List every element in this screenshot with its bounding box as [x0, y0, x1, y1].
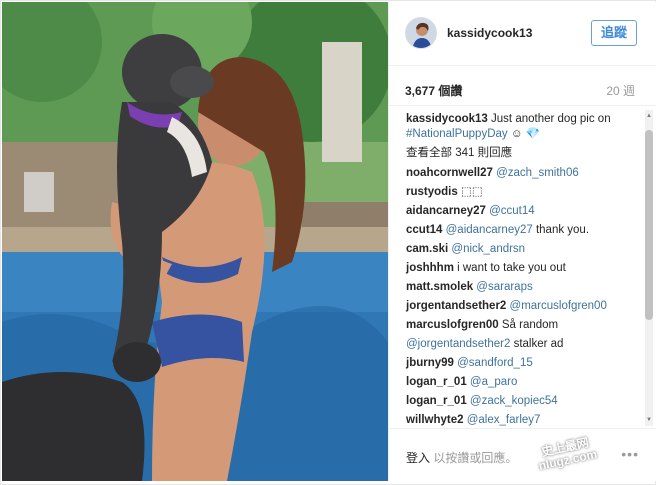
comment-item: joshhhm i want to take you out: [406, 259, 636, 278]
comment-text: Så random: [498, 319, 559, 331]
like-count[interactable]: 3,677 個讚: [405, 82, 462, 99]
comment-mention[interactable]: @zack_kopiec54: [467, 395, 558, 407]
comment-item: ccut14 @aidancarney27 thank you.: [406, 221, 636, 240]
comments-scrollbar[interactable]: ▲ ▼: [645, 110, 653, 426]
comment-item: logan_r_01 @a_paro: [406, 373, 636, 392]
comment-item: @jorgentandsether2 stalker ad: [406, 335, 636, 354]
comment-item: jorgentandsether2 @marcuslofgren00: [406, 297, 636, 316]
avatar[interactable]: [405, 17, 437, 49]
post-footer: 登入 以按讚或回應。 •••: [389, 428, 656, 481]
comment-item: logan_r_01 @zack_kopiec54: [406, 392, 636, 411]
comment-username[interactable]: marcuslofgren00: [406, 319, 499, 331]
comment-username[interactable]: jburny99: [406, 357, 454, 369]
comment-username[interactable]: ccut14: [406, 224, 442, 236]
post-header: kassidycook13 追蹤: [389, 2, 656, 66]
comment-item: rustyodis ⬚⬚: [406, 183, 636, 202]
scroll-up-arrow-icon[interactable]: ▲: [645, 112, 653, 120]
comment-mention[interactable]: @nick_andrsn: [448, 243, 525, 255]
comment-mention[interactable]: @ccut14: [486, 205, 535, 217]
login-prompt: 登入 以按讚或回應。: [406, 449, 517, 466]
caption-emoji: ☺ 💎: [507, 128, 541, 140]
post-age[interactable]: 20 週: [606, 82, 635, 99]
scroll-down-arrow-icon[interactable]: ▼: [645, 416, 653, 424]
caption: kassidycook13 Just another dog pic on #N…: [406, 112, 636, 142]
comment-mention[interactable]: @jorgentandsether2: [406, 338, 510, 350]
caption-hashtag[interactable]: #NationalPuppyDay: [406, 128, 508, 140]
username[interactable]: kassidycook13: [447, 26, 532, 40]
comment-username[interactable]: cam.ski: [406, 243, 448, 255]
post-stats: 3,677 個讚 20 週: [389, 66, 656, 106]
comment-mention[interactable]: @aidancarney27: [442, 224, 533, 236]
comment-username[interactable]: noahcornwell27: [406, 167, 493, 179]
comment-text: ⬚⬚: [457, 186, 483, 198]
comment-item: jburny99 @sandford_15: [406, 354, 636, 373]
caption-username[interactable]: kassidycook13: [406, 113, 488, 125]
comment-username[interactable]: joshhhm: [406, 262, 454, 274]
post-photo[interactable]: [2, 2, 388, 481]
comment-username[interactable]: logan_r_01: [406, 376, 467, 388]
post-sidebar: kassidycook13 追蹤 3,677 個讚 20 週 kassidyco…: [388, 2, 656, 481]
comment-mention[interactable]: @sararaps: [473, 281, 532, 293]
photo-illustration: [2, 2, 388, 481]
comment-list[interactable]: kassidycook13 Just another dog pic on #N…: [389, 106, 647, 426]
more-options-icon[interactable]: •••: [621, 446, 639, 462]
comment-item: matt.smolek @sararaps: [406, 278, 636, 297]
comment-username[interactable]: aidancarney27: [406, 205, 486, 217]
comment-mention[interactable]: @zach_smith06: [493, 167, 579, 179]
comment-item: marcuslofgren00 Så random: [406, 316, 636, 335]
comment-username[interactable]: jorgentandsether2: [406, 300, 506, 312]
view-all-comments-link[interactable]: 查看全部 341 則回應: [406, 144, 636, 162]
follow-button[interactable]: 追蹤: [591, 20, 637, 46]
comment-item: willwhyte2 @alex_farley7: [406, 411, 636, 426]
post-frame: kassidycook13 追蹤 3,677 個讚 20 週 kassidyco…: [0, 0, 656, 485]
comment-username[interactable]: logan_r_01: [406, 395, 467, 407]
login-prompt-text: 以按讚或回應。: [430, 451, 518, 465]
comment-mention[interactable]: @a_paro: [467, 376, 518, 388]
comment-mention[interactable]: @marcuslofgren00: [506, 300, 607, 312]
comment-item: aidancarney27 @ccut14: [406, 202, 636, 221]
comment-text: thank you.: [532, 224, 590, 236]
scroll-thumb[interactable]: [645, 130, 653, 320]
comment-mention[interactable]: @sandford_15: [454, 357, 533, 369]
login-link[interactable]: 登入: [406, 451, 430, 465]
comment-text: i want to take you out: [453, 262, 566, 274]
comment-item: cam.ski @nick_andrsn: [406, 240, 636, 259]
comment-mention[interactable]: @alex_farley7: [464, 414, 541, 426]
comment-text: stalker ad: [510, 338, 564, 350]
comment-username[interactable]: rustyodis: [406, 186, 458, 198]
comment-username[interactable]: matt.smolek: [406, 281, 473, 293]
comment-item: noahcornwell27 @zach_smith06: [406, 164, 636, 183]
caption-text: Just another dog pic on: [487, 113, 611, 125]
comment-username[interactable]: willwhyte2: [406, 414, 464, 426]
